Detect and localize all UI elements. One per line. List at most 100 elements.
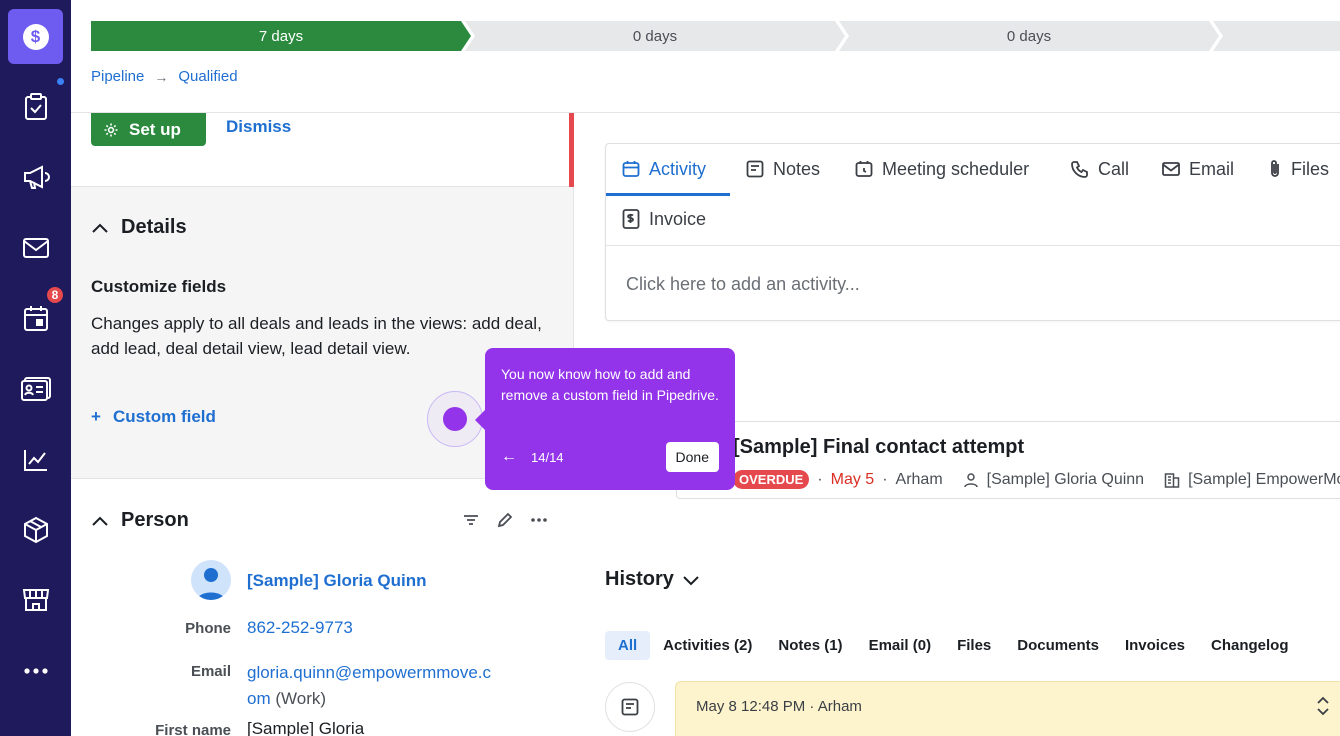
activity-org[interactable]: [Sample] EmpowerMove	[1188, 471, 1340, 489]
history-tab-all[interactable]: All	[605, 631, 651, 660]
note-timeline-icon	[605, 682, 655, 732]
calendar-badge: 8	[45, 285, 65, 305]
chevron-down-icon	[683, 575, 699, 585]
done-button[interactable]: Done	[665, 442, 719, 472]
store-icon[interactable]	[16, 580, 56, 620]
megaphone-icon[interactable]	[16, 157, 56, 197]
phone-icon	[1071, 161, 1088, 178]
setup-card: Set up Dismiss	[71, 113, 574, 187]
stage-1[interactable]: 7 days	[91, 21, 471, 51]
breadcrumb-pipeline[interactable]: Pipeline	[91, 68, 144, 85]
more-icon[interactable]	[16, 651, 56, 691]
history-tab-activities[interactable]: Activities (2)	[650, 631, 765, 660]
breadcrumb: Pipeline → Qualified	[91, 68, 238, 85]
person-section-toggle[interactable]: Person	[91, 509, 189, 532]
add-activity-input[interactable]: Click here to add an activity...	[626, 274, 860, 295]
tab-call[interactable]: Call	[1071, 144, 1129, 194]
person-icon	[963, 472, 978, 487]
activity-date: May 5	[830, 470, 875, 488]
stage-2[interactable]: 0 days	[465, 21, 845, 51]
activity-meta: OVERDUE · May 5 · Arham [Sample] Gloria …	[733, 470, 1340, 489]
history-tab-files[interactable]: Files	[944, 631, 1004, 660]
calendar-icon	[622, 161, 640, 177]
invoice-icon	[622, 209, 640, 229]
setup-card-accent	[569, 113, 574, 187]
person-card: Person [Sample] Gloria Quinn Phone 862-2…	[71, 478, 574, 736]
contacts-icon[interactable]	[16, 369, 56, 409]
more-options-icon[interactable]	[530, 517, 548, 523]
mail-icon[interactable]	[16, 228, 56, 268]
person-tools	[462, 511, 548, 529]
tasks-icon[interactable]	[16, 87, 56, 127]
history-toggle[interactable]: History	[605, 568, 700, 591]
history-tab-changelog[interactable]: Changelog	[1198, 631, 1302, 660]
tab-activity[interactable]: Activity	[622, 144, 706, 194]
tooltip-step-counter: 14/14	[531, 449, 564, 465]
dismiss-button[interactable]: Dismiss	[226, 117, 291, 137]
history-tab-notes[interactable]: Notes (1)	[765, 631, 855, 660]
tabs-divider	[606, 245, 1340, 246]
composer-card: Activity Notes Meeting scheduler Call Em…	[605, 143, 1340, 321]
note-icon	[746, 160, 764, 178]
note-meta: May 8 12:48 PM · Arham	[696, 698, 862, 715]
overdue-badge: OVERDUE	[733, 470, 810, 489]
app-sidebar: $ 8	[0, 0, 71, 736]
box-icon[interactable]	[16, 510, 56, 550]
history-tabs: All Activities (2) Notes (1) Email (0) F…	[605, 631, 1302, 660]
filter-icon[interactable]	[462, 513, 480, 527]
paperclip-icon	[1271, 160, 1279, 177]
activity-owner: Arham	[895, 470, 943, 488]
plus-icon: +	[91, 407, 101, 426]
note-icon	[621, 698, 639, 716]
hotspot-dot[interactable]	[443, 407, 467, 431]
edit-icon[interactable]	[496, 511, 514, 529]
first-name-value: [Sample] Gloria	[247, 719, 365, 736]
customize-fields-title: Customize fields	[91, 277, 227, 296]
note-card[interactable]: May 8 12:48 PM · Arham	[675, 681, 1340, 736]
tab-invoice[interactable]: Invoice	[622, 194, 706, 244]
person-title: Person	[121, 509, 189, 531]
tab-meeting-scheduler[interactable]: Meeting scheduler	[855, 144, 1029, 194]
tooltip-footer: ← 14/14 Done	[501, 442, 719, 472]
stage-4[interactable]	[1213, 21, 1340, 51]
building-icon	[1164, 472, 1180, 488]
tab-email[interactable]: Email	[1162, 144, 1234, 194]
person-name-link[interactable]: [Sample] Gloria Quinn	[247, 571, 426, 591]
activity-title[interactable]: [Sample] Final contact attempt	[733, 436, 1024, 459]
email-link-cont[interactable]: om	[247, 689, 271, 708]
chart-icon[interactable]	[16, 440, 56, 480]
details-title: Details	[121, 216, 187, 238]
tab-notes[interactable]: Notes	[746, 144, 820, 194]
activity-card[interactable]: [Sample] Final contact attempt OVERDUE ·…	[676, 421, 1340, 499]
activity-person[interactable]: [Sample] Gloria Quinn	[987, 471, 1144, 489]
chevron-up-icon	[92, 516, 108, 526]
history-title: History	[605, 568, 674, 590]
tab-files[interactable]: Files	[1268, 144, 1329, 194]
tooltip-text: You now know how to add and remove a cus…	[501, 366, 719, 403]
email-type: (Work)	[275, 689, 327, 708]
email-link[interactable]: gloria.quinn@empowermmove.c	[247, 663, 491, 682]
dollar-icon: $	[22, 23, 49, 50]
email-label: Email	[190, 663, 231, 680]
breadcrumb-stage[interactable]: Qualified	[178, 68, 237, 85]
stage-3[interactable]: 0 days	[839, 21, 1219, 51]
notification-dot	[57, 78, 64, 85]
history-tab-email[interactable]: Email (0)	[856, 631, 945, 660]
gear-icon	[104, 123, 118, 136]
add-custom-field-button[interactable]: + Custom field	[91, 407, 216, 427]
deals-logo-button[interactable]: $	[8, 9, 63, 64]
back-arrow-icon[interactable]: ←	[501, 448, 517, 466]
pipeline-stages: 7 days 0 days 0 days	[91, 21, 1340, 51]
avatar	[191, 560, 231, 600]
phone-label: Phone	[185, 620, 231, 637]
phone-value[interactable]: 862-252-9773	[247, 618, 353, 638]
expand-icon[interactable]	[1316, 696, 1330, 716]
first-name-label: First name	[155, 722, 231, 736]
setup-button[interactable]: Set up	[91, 113, 206, 146]
history-tab-invoices[interactable]: Invoices	[1112, 631, 1198, 660]
history-tab-documents[interactable]: Documents	[1004, 631, 1112, 660]
email-value: gloria.quinn@empowermmove.c om (Work)	[247, 660, 491, 712]
mail-icon	[1162, 162, 1180, 176]
details-section-toggle[interactable]: Details	[91, 216, 187, 239]
breadcrumb-arrow-icon: →	[154, 68, 169, 85]
